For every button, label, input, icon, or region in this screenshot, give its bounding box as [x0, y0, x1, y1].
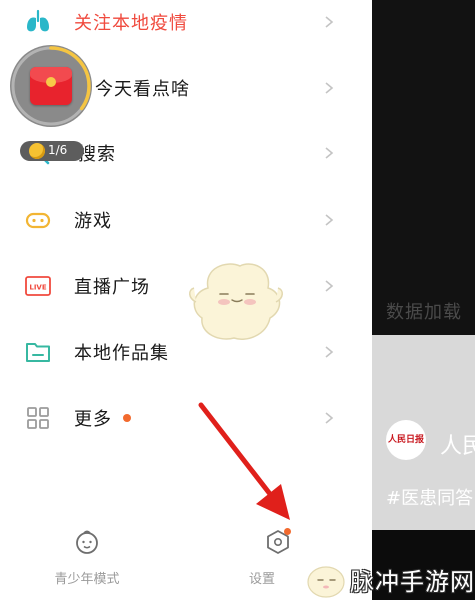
account-logo-text: 人民日报	[387, 435, 424, 445]
live-icon-text: LIVE	[29, 284, 46, 292]
grid-icon	[27, 407, 49, 429]
settings-badge-dot	[284, 528, 291, 535]
red-packet-count-text: 1/6	[48, 143, 68, 157]
youth-mode-label: 青少年模式	[54, 572, 120, 587]
red-packet-widget[interactable]	[10, 45, 92, 127]
video-dim-caption: 数据加载	[386, 302, 462, 323]
lungs-icon	[27, 9, 49, 32]
watermark-text: 脉冲手游网	[350, 568, 475, 596]
settings-label: 设置	[248, 572, 275, 587]
red-packet-counter: 1/6	[20, 141, 84, 161]
hashtag-text[interactable]: #医患同答	[386, 484, 473, 510]
new-badge-dot	[123, 414, 131, 422]
menu-item-games[interactable]: 游戏	[0, 190, 372, 250]
account-name[interactable]: 人民	[440, 428, 475, 460]
menu-item-label: 直播广场	[74, 277, 150, 298]
watermark-mascot-icon	[307, 566, 345, 598]
gamepad-icon	[25, 212, 51, 229]
youth-mode-button[interactable]: 青少年模式	[32, 524, 142, 594]
chevron-right-icon	[325, 82, 334, 94]
menu-item-label: 本地作品集	[74, 343, 169, 364]
chevron-right-icon	[325, 280, 334, 292]
red-packet-icon	[30, 67, 72, 105]
chevron-right-icon	[325, 16, 334, 28]
menu-item-more[interactable]: 更多	[0, 388, 372, 448]
chevron-right-icon	[325, 147, 334, 159]
chevron-right-icon	[325, 346, 334, 358]
chevron-right-icon	[325, 214, 334, 226]
site-watermark: 脉冲手游网	[302, 556, 475, 600]
chevron-right-icon	[325, 412, 334, 424]
menu-item-label: 更多	[74, 409, 112, 430]
coin-icon	[29, 143, 45, 159]
background-video-panel[interactable]: 数据加载 人民日报 人民 #医患同答	[372, 0, 475, 600]
side-drawer-menu: 关注本地疫情 今天看点啥 搜索 游戏 LIVE 直播广场 本地作品集 更多 1/…	[0, 0, 372, 600]
folder-icon	[26, 343, 50, 362]
mascot-sticker	[189, 263, 283, 340]
child-face-icon	[76, 530, 98, 554]
menu-item-label: 关注本地疫情	[74, 13, 188, 34]
app-screen: 数据加载 人民日报 人民 #医患同答 关注本地疫情 今天看点啥 搜索 游戏 LI…	[0, 0, 475, 600]
menu-item-label: 游戏	[74, 211, 112, 232]
menu-item-label: 今天看点啥	[95, 79, 190, 100]
account-avatar[interactable]: 人民日报	[386, 420, 426, 460]
live-icon: LIVE	[25, 276, 51, 296]
